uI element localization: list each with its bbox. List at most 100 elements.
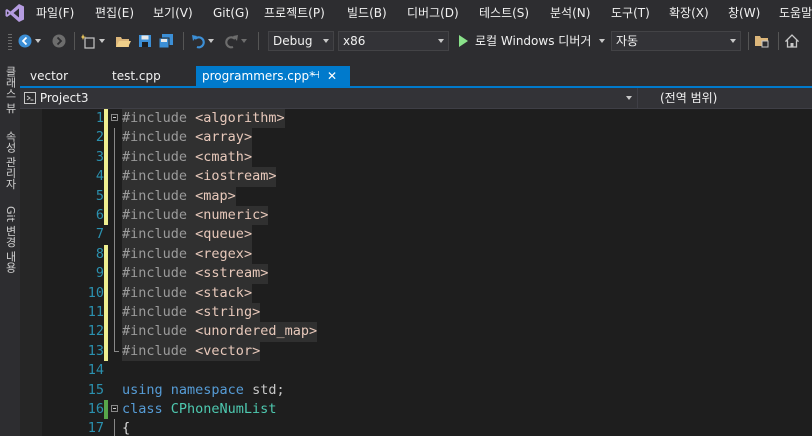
line-number: 13 — [87, 342, 104, 359]
fold-guide — [114, 128, 115, 148]
menu-test[interactable]: 테스트(S) — [479, 0, 529, 26]
code-text: class CPhoneNumList — [122, 401, 277, 417]
save-all-icon[interactable] — [156, 26, 176, 56]
undo-icon[interactable] — [189, 26, 207, 56]
code-line: 7 #include <queue> — [20, 225, 812, 245]
visual-studio-logo[interactable] — [4, 2, 26, 24]
tab-test-cpp[interactable]: test.cpp — [112, 66, 161, 86]
property-manager-tab[interactable]: 속성 관리자 — [2, 131, 18, 190]
class-view-tab[interactable]: 클래스 뷰 — [2, 66, 18, 114]
line-number: 9 — [95, 265, 104, 282]
run-dropdown-icon[interactable] — [597, 26, 607, 56]
line-number: 15 — [87, 381, 104, 398]
menu-debug[interactable]: 디버그(D) — [407, 0, 459, 26]
fold-guide — [114, 186, 115, 206]
configuration-value: Debug — [273, 34, 313, 48]
forward-icon[interactable] — [50, 26, 68, 56]
close-icon[interactable]: ✕ — [327, 66, 337, 86]
change-marker — [104, 206, 108, 226]
new-dropdown-icon[interactable] — [98, 26, 106, 56]
project-selector[interactable]: Project3 — [24, 89, 89, 107]
code-line: 4 #include <iostream> — [20, 167, 812, 187]
menu-edit[interactable]: 편집(E) — [95, 0, 134, 26]
menu-analyze[interactable]: 분석(N) — [550, 0, 590, 26]
code-text: using namespace std; — [122, 381, 285, 398]
scope-selector[interactable]: (전역 범위) — [660, 89, 717, 107]
project-name: Project3 — [39, 91, 89, 105]
change-marker — [104, 167, 108, 187]
run-mode-value: 자동 — [616, 34, 639, 48]
code-text: #include <unordered_map> — [122, 322, 318, 342]
redo-icon[interactable] — [222, 26, 240, 56]
tab-programmers-cpp[interactable]: programmers.cpp* ⊣ ✕ — [196, 66, 350, 86]
run-mode-select[interactable]: 자동 — [611, 31, 741, 51]
play-icon[interactable] — [456, 26, 470, 56]
code-line: 1 #include <algorithm> — [20, 109, 812, 129]
platform-select[interactable]: x86 — [338, 31, 449, 51]
code-line: 13 #include <vector> — [20, 341, 812, 362]
fold-guide — [114, 244, 115, 265]
chevron-down-icon[interactable] — [626, 96, 632, 100]
change-marker — [104, 264, 108, 284]
line-number: 14 — [87, 362, 104, 379]
collapse-icon[interactable] — [111, 114, 118, 121]
back-dropdown-icon[interactable] — [34, 26, 42, 56]
pin-icon[interactable]: ⊣ — [311, 66, 320, 86]
menu-window[interactable]: 창(W) — [728, 0, 760, 26]
back-icon[interactable] — [16, 26, 34, 56]
line-number: 6 — [95, 207, 104, 223]
line-number: 16 — [87, 401, 104, 417]
change-marker — [104, 303, 108, 323]
line-number: 5 — [95, 187, 104, 204]
fold-guide — [114, 225, 115, 245]
code-text: #include <vector> — [122, 341, 261, 362]
line-number: 1 — [95, 110, 104, 126]
change-marker — [104, 128, 108, 148]
git-changes-tab[interactable]: Git 변경 내용 — [2, 206, 18, 273]
line-number: 12 — [87, 323, 104, 340]
line-number: 8 — [95, 245, 104, 262]
open-folder-icon[interactable] — [114, 26, 132, 56]
line-number: 11 — [87, 304, 104, 320]
line-number: 2 — [95, 129, 104, 146]
code-text: #include <queue> — [122, 225, 253, 245]
start-debugging-button[interactable]: 로컬 Windows 디버거 — [475, 26, 591, 56]
code-line: 2 #include <array> — [20, 128, 812, 148]
chevron-down-icon — [438, 39, 444, 43]
change-marker — [104, 186, 108, 206]
navigation-bar: Project3 (전역 범위) — [20, 88, 812, 109]
menu-extensions[interactable]: 확장(X) — [669, 0, 709, 26]
fold-guide — [114, 264, 115, 284]
fold-guide — [114, 303, 115, 323]
menu-git[interactable]: Git(G) — [213, 0, 249, 26]
line-number: 7 — [95, 226, 104, 243]
folder-view-icon[interactable] — [753, 26, 771, 56]
change-marker — [104, 244, 108, 265]
save-icon[interactable] — [136, 26, 154, 56]
menu-view[interactable]: 보기(V) — [153, 0, 193, 26]
code-line: 11 #include <string> — [20, 303, 812, 323]
redo-dropdown-icon[interactable] — [240, 26, 248, 56]
menu-help[interactable]: 도움말 — [779, 0, 812, 26]
code-line: 10 #include <stack> — [20, 283, 812, 303]
code-text: #include <sstream> — [122, 264, 269, 284]
undo-dropdown-icon[interactable] — [207, 26, 215, 56]
line-number: 3 — [95, 148, 104, 165]
change-marker — [104, 400, 108, 420]
home-icon[interactable] — [783, 26, 801, 56]
menu-build[interactable]: 빌드(B) — [347, 0, 387, 26]
code-line: 6 #include <numeric> — [20, 206, 812, 226]
change-marker — [104, 147, 108, 168]
fold-guide — [114, 147, 115, 168]
collapse-icon[interactable] — [111, 405, 118, 412]
code-text: #include <array> — [122, 128, 253, 148]
platform-value: x86 — [343, 34, 366, 48]
new-project-icon[interactable] — [80, 26, 98, 56]
toolbar-grip[interactable] — [8, 34, 12, 50]
menu-tools[interactable]: 도구(T) — [611, 0, 650, 26]
configuration-select[interactable]: Debug — [268, 31, 334, 51]
code-editor[interactable]: 1 #include <algorithm> 2 #include <array… — [20, 109, 812, 436]
menu-project[interactable]: 프로젝트(P) — [264, 0, 325, 26]
tab-vector[interactable]: vector — [30, 66, 68, 86]
menu-file[interactable]: 파일(F) — [36, 0, 74, 26]
